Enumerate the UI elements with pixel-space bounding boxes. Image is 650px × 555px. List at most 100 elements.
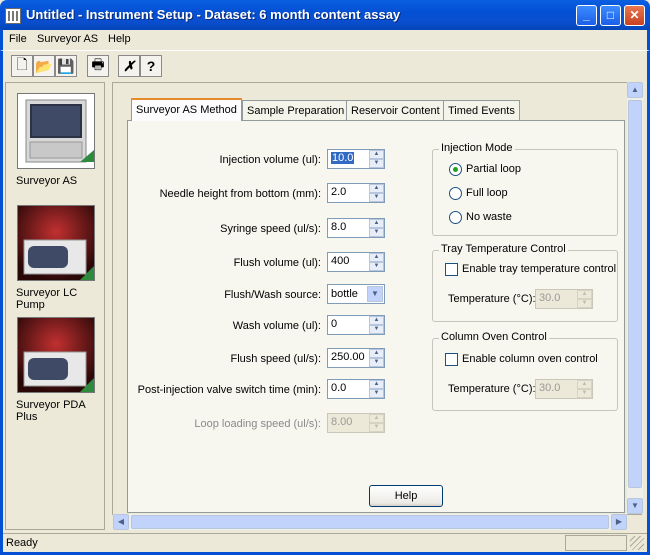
partial-loop-radio[interactable] <box>449 163 462 176</box>
close-icon: ✕ <box>629 8 640 22</box>
help-icon[interactable]: ? <box>140 55 162 77</box>
no-waste-radio[interactable] <box>449 211 462 224</box>
spin-down-icon: ▼ <box>577 299 592 308</box>
close-button[interactable]: ✕ <box>624 5 645 26</box>
wash-volume-label: Wash volume (ul): <box>232 320 321 332</box>
scroll-left-icon[interactable]: ◀ <box>113 514 129 530</box>
spin-up-icon[interactable]: ▲ <box>369 184 384 193</box>
instrument-label: Surveyor LC Pump <box>16 287 78 311</box>
tray-temperature-input: 30.0 ▲ ▼ <box>535 289 593 309</box>
needle-height-label: Needle height from bottom (mm): <box>159 188 321 200</box>
post-injection-value: 0.0 <box>331 382 347 394</box>
spin-down-icon: ▼ <box>577 389 592 398</box>
syringe-speed-value: 8.0 <box>331 221 347 233</box>
tab-timed-events[interactable]: Timed Events <box>443 100 520 120</box>
spin-up-icon[interactable]: ▲ <box>369 253 384 262</box>
wash-volume-input[interactable]: 0 ▲ ▼ <box>327 315 385 335</box>
injection-volume-value: 10.0 <box>331 152 355 164</box>
spin-up-icon[interactable]: ▲ <box>369 150 384 159</box>
post-injection-label: Post-injection valve switch time (min): <box>137 384 321 396</box>
spin-down-icon[interactable]: ▼ <box>369 325 384 334</box>
needle-height-input[interactable]: 2.0 ▲ ▼ <box>327 183 385 203</box>
spin-down-icon[interactable]: ▼ <box>369 358 384 367</box>
maximize-icon: □ <box>606 8 615 22</box>
vertical-scroll-thumb[interactable] <box>628 100 642 488</box>
flush-volume-input[interactable]: 400 ▲ ▼ <box>327 252 385 272</box>
surveyor-pda-plus-thumbnail[interactable] <box>17 317 95 393</box>
surveyor-lc-pump-thumbnail[interactable] <box>17 205 95 281</box>
column-oven-title: Column Oven Control <box>439 331 549 343</box>
partial-loop-label[interactable]: Partial loop <box>466 163 521 175</box>
spin-up-icon: ▲ <box>369 414 384 423</box>
column-oven-checkbox[interactable] <box>445 353 458 366</box>
tab-reservoir-content[interactable]: Reservoir Content <box>346 100 445 120</box>
save-icon[interactable]: 💾 <box>55 55 77 77</box>
wash-volume-value: 0 <box>331 318 338 330</box>
flush-source-select[interactable]: bottle ▼ <box>327 284 385 304</box>
tab-surveyor-as-method[interactable]: Surveyor AS Method <box>131 98 242 121</box>
minimize-button[interactable]: _ <box>576 5 597 26</box>
no-waste-label[interactable]: No waste <box>466 211 512 223</box>
injection-volume-label: Injection volume (ul): <box>219 154 322 166</box>
vertical-scrollbar[interactable]: ▲ ▼ <box>627 82 643 514</box>
column-oven-enable-label[interactable]: Enable column oven control <box>462 353 598 365</box>
print-icon[interactable]: 🖶 <box>87 55 109 77</box>
spin-up-icon[interactable]: ▲ <box>369 316 384 325</box>
injection-mode-title: Injection Mode <box>439 142 515 154</box>
loop-loading-value: 8.00 <box>331 416 353 428</box>
spin-down-icon[interactable]: ▼ <box>369 228 384 237</box>
spin-up-icon[interactable]: ▲ <box>369 349 384 358</box>
column-oven-temperature-label: Temperature (°C): <box>448 383 536 395</box>
menu-file[interactable]: File <box>9 33 27 45</box>
spin-up-icon: ▲ <box>577 380 592 389</box>
spin-down-icon[interactable]: ▼ <box>369 389 384 398</box>
surveyor-as-thumbnail[interactable] <box>17 93 95 169</box>
tray-temperature-value: 30.0 <box>539 292 561 304</box>
open-icon[interactable]: 📂 <box>33 55 55 77</box>
tray-temperature-checkbox[interactable] <box>445 263 458 276</box>
loop-loading-input: 8.00 ▲ ▼ <box>327 413 385 433</box>
menu-surveyor-as[interactable]: Surveyor AS <box>37 33 98 45</box>
maximize-button[interactable]: □ <box>600 5 621 26</box>
scroll-up-icon[interactable]: ▲ <box>627 82 643 98</box>
status-bar <box>3 533 647 552</box>
spin-up-icon[interactable]: ▲ <box>369 219 384 228</box>
flush-source-value: bottle <box>331 288 358 300</box>
scroll-right-icon[interactable]: ▶ <box>611 514 627 530</box>
tray-temperature-label: Temperature (°C): <box>448 293 536 305</box>
syringe-speed-label: Syringe speed (ul/s): <box>220 223 321 235</box>
flush-volume-label: Flush volume (ul): <box>233 257 321 269</box>
instrument-label: Surveyor AS <box>16 175 78 187</box>
spin-up-icon: ▲ <box>577 290 592 299</box>
full-loop-label[interactable]: Full loop <box>466 187 508 199</box>
spin-down-icon[interactable]: ▼ <box>369 262 384 271</box>
horizontal-scroll-thumb[interactable] <box>131 515 609 529</box>
tab-sample-preparation[interactable]: Sample Preparation <box>242 100 350 120</box>
flush-speed-value: 250.00 <box>331 351 365 363</box>
spin-down-icon[interactable]: ▼ <box>369 159 384 168</box>
flush-speed-input[interactable]: 250.00 ▲ ▼ <box>327 348 385 368</box>
horizontal-scrollbar[interactable]: ◀ ▶ <box>113 514 627 530</box>
chevron-down-icon[interactable]: ▼ <box>367 286 383 302</box>
menu-help[interactable]: Help <box>108 33 131 45</box>
full-loop-radio[interactable] <box>449 187 462 200</box>
syringe-speed-input[interactable]: 8.0 ▲ ▼ <box>327 218 385 238</box>
app-icon[interactable] <box>5 8 21 24</box>
resize-grip-icon[interactable] <box>630 536 644 550</box>
minimize-icon: _ <box>583 8 590 22</box>
new-icon[interactable]: 🗋 <box>11 55 33 77</box>
help-button[interactable]: Help <box>369 485 443 507</box>
tray-temperature-enable-label[interactable]: Enable tray temperature control <box>462 263 616 275</box>
flush-speed-label: Flush speed (ul/s): <box>230 353 321 365</box>
flush-source-label: Flush/Wash source: <box>224 289 321 301</box>
column-oven-temperature-input: 30.0 ▲ ▼ <box>535 379 593 399</box>
injection-volume-input[interactable]: 10.0 ▲ ▼ <box>327 149 385 169</box>
needle-height-value: 2.0 <box>331 186 347 198</box>
spin-down-icon[interactable]: ▼ <box>369 193 384 202</box>
loop-loading-label: Loop loading speed (ul/s): <box>194 418 321 430</box>
post-injection-input[interactable]: 0.0 ▲ ▼ <box>327 379 385 399</box>
cut-icon[interactable]: ✗ <box>118 55 140 77</box>
spin-up-icon[interactable]: ▲ <box>369 380 384 389</box>
scroll-down-icon[interactable]: ▼ <box>627 498 643 514</box>
status-text: Ready <box>6 537 38 549</box>
